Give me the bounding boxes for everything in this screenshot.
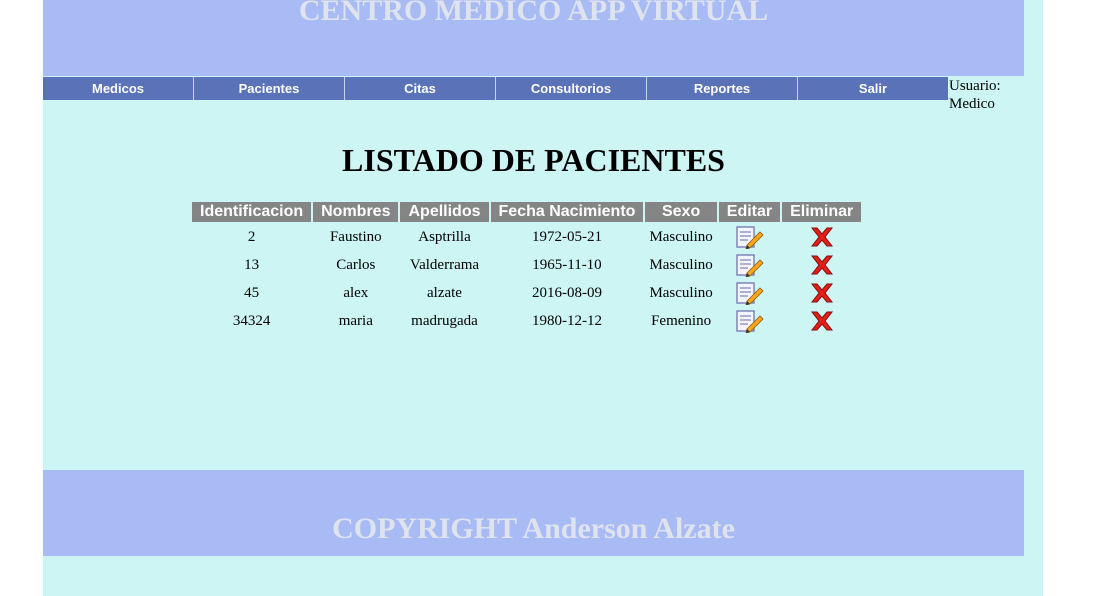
page-title: LISTADO DE PACIENTES <box>342 142 725 178</box>
table-row: 13 Carlos Valderrama 1965-11-10 Masculino <box>192 252 861 278</box>
column-header-editar: Editar <box>718 202 781 222</box>
cell-editar <box>719 252 780 278</box>
cell-id: 34324 <box>232 312 271 329</box>
column-header-fecha-nacimiento: Fecha Nacimiento <box>490 202 644 222</box>
cell-editar <box>719 224 780 250</box>
user-info: Usuario: Medico <box>949 77 1001 113</box>
edit-document-icon[interactable] <box>734 225 765 250</box>
column-header-apellidos: Apellidos <box>400 202 489 222</box>
patients-table: Identificacion Nombres Apellidos Fecha N… <box>190 200 863 336</box>
nav-item-consultorios[interactable]: Consultorios <box>496 77 647 100</box>
cell-eliminar <box>782 252 861 278</box>
cell-eliminar <box>782 224 861 250</box>
cell-sexo: Masculino <box>649 284 713 301</box>
main-nav: Medicos Pacientes Citas Consultorios Rep… <box>43 77 948 100</box>
cell-sexo: Masculino <box>649 228 713 245</box>
nav-item-citas[interactable]: Citas <box>345 77 496 100</box>
column-header-nombres: Nombres <box>313 202 399 222</box>
cell-editar <box>719 308 780 334</box>
site-title: CENTRO MEDICO APP VIRTUAL <box>298 0 769 27</box>
column-header-eliminar: Eliminar <box>782 202 862 222</box>
nav-item-salir[interactable]: Salir <box>798 77 948 100</box>
user-name: Medico <box>949 96 995 112</box>
copyright-text: COPYRIGHT Anderson Alzate <box>332 512 735 545</box>
column-header-identificacion: Identificacion <box>192 202 312 222</box>
edit-document-icon[interactable] <box>734 281 765 306</box>
cell-sexo: Femenino <box>651 312 712 329</box>
cell-apellidos: madrugada <box>411 312 478 329</box>
table-header-row: Identificacion Nombres Apellidos Fecha N… <box>192 202 862 222</box>
cell-sexo: Masculino <box>649 256 713 273</box>
column-header-sexo: Sexo <box>645 202 717 222</box>
cell-apellidos: alzate <box>427 284 462 301</box>
site-header: CENTRO MEDICO APP VIRTUAL <box>43 0 1024 76</box>
cell-fecha: 2016-08-09 <box>531 284 602 301</box>
cell-id: 13 <box>244 256 260 273</box>
cell-apellidos: Asptrilla <box>418 228 471 245</box>
cell-eliminar <box>782 280 861 306</box>
cell-id: 2 <box>247 228 256 245</box>
cell-fecha: 1965-11-10 <box>532 256 602 273</box>
cell-nombres: alex <box>343 284 369 301</box>
cell-fecha: 1972-05-21 <box>531 228 602 245</box>
table-row: 2 Faustino Asptrilla 1972-05-21 Masculino <box>192 224 861 250</box>
cell-apellidos: Valderrama <box>409 256 480 273</box>
user-label: Usuario: <box>949 78 1001 94</box>
cell-nombres: maria <box>338 312 373 329</box>
cell-fecha: 1980-12-12 <box>531 312 602 329</box>
delete-x-icon[interactable] <box>807 281 837 305</box>
delete-x-icon[interactable] <box>807 309 837 333</box>
delete-x-icon[interactable] <box>807 253 837 277</box>
cell-editar <box>719 280 780 306</box>
edit-document-icon[interactable] <box>734 309 765 334</box>
page-container: CENTRO MEDICO APP VIRTUAL Medicos Pacien… <box>43 0 1043 596</box>
table-row: 45 alex alzate 2016-08-09 Masculino <box>192 280 861 306</box>
nav-item-reportes[interactable]: Reportes <box>647 77 798 100</box>
cell-nombres: Faustino <box>329 228 382 245</box>
nav-item-medicos[interactable]: Medicos <box>43 77 194 100</box>
site-footer: COPYRIGHT Anderson Alzate <box>43 470 1024 556</box>
table-body: 2 Faustino Asptrilla 1972-05-21 Masculino 13 C… <box>192 224 861 334</box>
nav-item-pacientes[interactable]: Pacientes <box>194 77 345 100</box>
edit-document-icon[interactable] <box>734 253 765 278</box>
table-row: 34324 maria madrugada 1980-12-12 Femenino <box>192 308 861 334</box>
delete-x-icon[interactable] <box>807 225 837 249</box>
cell-id: 45 <box>244 284 260 301</box>
cell-nombres: Carlos <box>336 256 376 273</box>
cell-eliminar <box>782 308 861 334</box>
